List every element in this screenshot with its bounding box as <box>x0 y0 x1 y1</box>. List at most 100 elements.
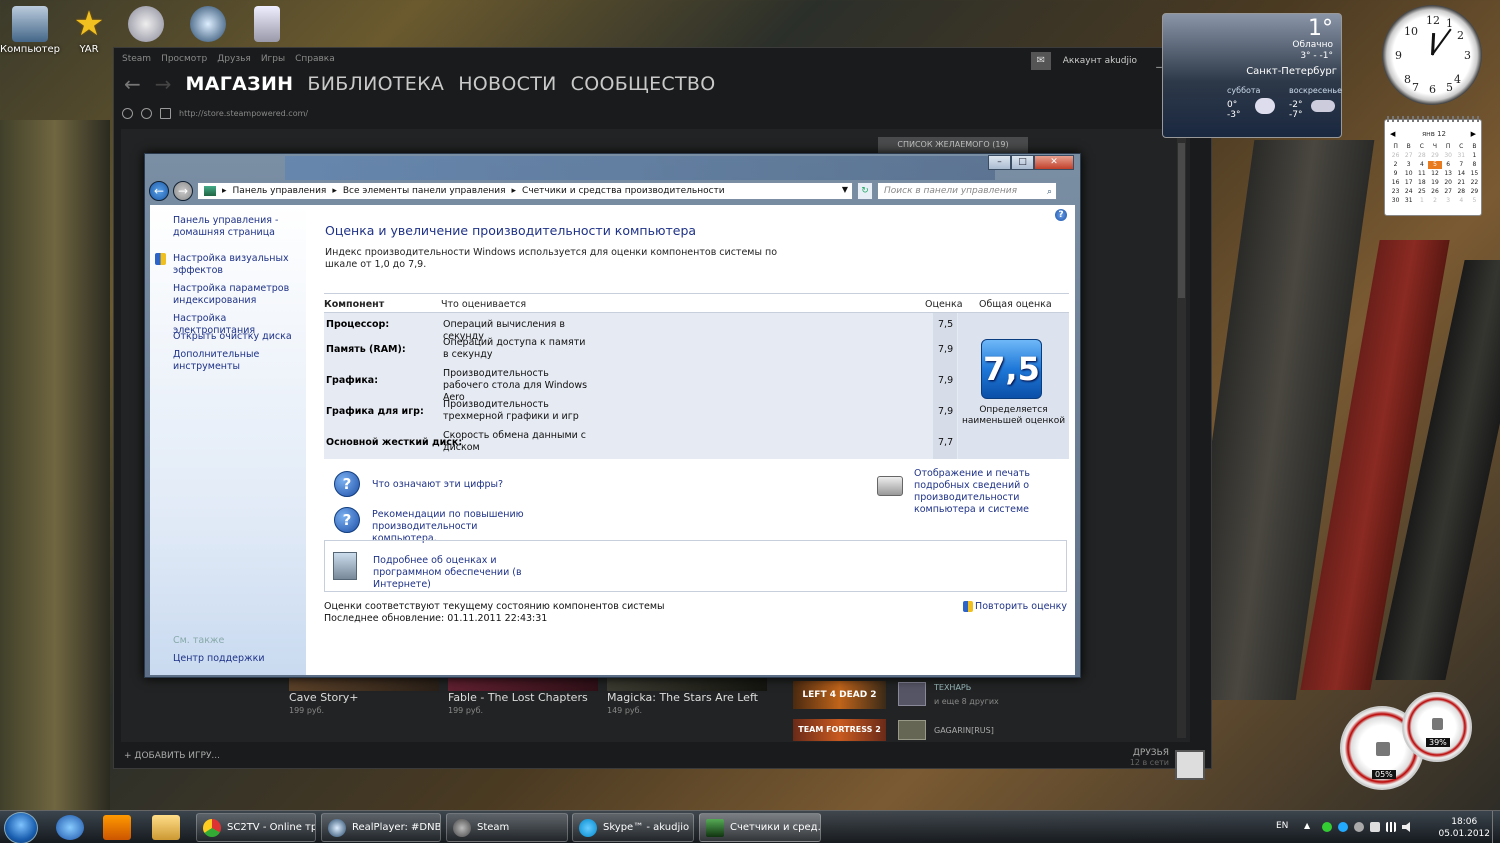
calendar-day[interactable]: 26 <box>1389 152 1402 160</box>
forward-arrow-icon[interactable]: → <box>155 72 172 96</box>
taskbar-item-skype[interactable]: Skype™ - akudjio <box>572 813 694 842</box>
steam-menu-view[interactable]: Просмотр <box>161 54 207 64</box>
calendar-day[interactable]: 28 <box>1455 188 1468 196</box>
breadcrumb-item[interactable]: Счетчики и средства производительности <box>522 186 725 196</box>
calendar-day[interactable]: 3 <box>1402 161 1415 169</box>
steam-menu-friends[interactable]: Друзья <box>217 54 251 64</box>
calendar-day[interactable]: 2 <box>1428 197 1441 205</box>
volume-icon[interactable] <box>1402 822 1410 832</box>
sidebar-link-advanced-tools[interactable]: Дополнительные инструменты <box>173 349 298 373</box>
back-button[interactable]: ← <box>149 181 169 201</box>
search-icon[interactable]: ⌕ <box>1047 184 1052 200</box>
calendar-day[interactable]: 15 <box>1468 170 1481 178</box>
friend-avatar-small[interactable] <box>898 682 926 706</box>
steam-menu-steam[interactable]: Steam <box>122 54 151 64</box>
calendar-day[interactable]: 17 <box>1402 179 1415 187</box>
calendar-day[interactable]: 30 <box>1442 152 1455 160</box>
taskbar-item-chrome[interactable]: SC2TV - Online тр... <box>196 813 316 842</box>
help-icon[interactable]: ? <box>1055 209 1067 221</box>
steam-menu-help[interactable]: Справка <box>295 54 335 64</box>
mail-icon[interactable]: ✉ <box>1030 52 1051 70</box>
show-desktop-button[interactable] <box>1492 811 1500 843</box>
calendar-day[interactable]: 26 <box>1428 188 1441 196</box>
calendar-day-today[interactable]: 5 <box>1428 161 1442 169</box>
show-hidden-icons-icon[interactable]: ▲ <box>1304 821 1310 830</box>
desktop-icon-recycle-bin[interactable] <box>237 2 297 44</box>
refresh-icon[interactable] <box>122 108 133 119</box>
friend-name[interactable]: ТЕХНАРЬ <box>934 683 971 692</box>
calendar-day[interactable]: 25 <box>1415 188 1428 196</box>
calendar-day[interactable]: 29 <box>1428 152 1441 160</box>
search-input[interactable]: Поиск в панели управления ⌕ <box>877 182 1057 200</box>
desktop-icon-yar[interactable]: ★ YAR <box>59 2 119 55</box>
calendar-day[interactable]: 5 <box>1468 197 1481 205</box>
sidebar-link-home[interactable]: Панель управления - домашняя страница <box>173 215 298 239</box>
desktop-icon-computer[interactable]: Компьютер <box>0 2 60 55</box>
tab-community[interactable]: СООБЩЕСТВО <box>571 73 716 95</box>
calendar-day[interactable]: 14 <box>1455 170 1468 178</box>
address-bar[interactable]: ▸ Панель управления ▸ Все элементы панел… <box>197 182 853 200</box>
calendar-day[interactable]: 8 <box>1468 161 1481 169</box>
friend-game-thumb[interactable]: TEAM FORTRESS 2 <box>793 719 886 741</box>
calendar-day[interactable]: 4 <box>1415 161 1428 169</box>
desktop-icon-speaker[interactable] <box>116 2 176 44</box>
calendar-day[interactable]: 21 <box>1455 179 1468 187</box>
calendar-day[interactable]: 7 <box>1455 161 1468 169</box>
game-tile[interactable]: Cave Story+ 199 руб. <box>289 677 439 715</box>
repeat-assessment-link[interactable]: Повторить оценку <box>963 601 1067 612</box>
calendar-day[interactable]: 9 <box>1389 170 1402 178</box>
tray-steam-icon[interactable] <box>1354 822 1364 832</box>
back-arrow-icon[interactable]: ← <box>124 72 141 96</box>
ie-pinned-icon[interactable] <box>56 815 84 840</box>
calendar-day[interactable]: 27 <box>1442 188 1455 196</box>
user-avatar[interactable] <box>1175 750 1205 780</box>
friend-name[interactable]: GAGARIN[RUS] <box>934 726 994 735</box>
language-indicator[interactable]: EN <box>1276 821 1288 831</box>
tab-news[interactable]: НОВОСТИ <box>458 73 556 95</box>
friend-game-thumb[interactable]: LEFT 4 DEAD 2 <box>793 681 886 709</box>
media-player-pinned-icon[interactable] <box>103 815 131 840</box>
explorer-pinned-icon[interactable] <box>152 815 180 840</box>
sidebar-link-action-center[interactable]: Центр поддержки <box>173 653 298 665</box>
maximize-button[interactable]: □ <box>1011 155 1034 170</box>
tray-app-icon[interactable] <box>1322 822 1332 832</box>
scrollbar-thumb[interactable] <box>1178 143 1185 298</box>
steam-url[interactable]: http://store.steampowered.com/ <box>179 109 308 118</box>
clock-display[interactable]: 18:06 05.01.2012 <box>1438 816 1490 840</box>
calendar-day[interactable]: 22 <box>1468 179 1481 187</box>
calendar-day[interactable]: 20 <box>1442 179 1455 187</box>
calendar-day[interactable]: 1 <box>1468 152 1481 160</box>
next-month-icon[interactable]: ▶ <box>1471 130 1476 138</box>
breadcrumb-item[interactable]: Все элементы панели управления <box>343 186 506 196</box>
close-button[interactable]: ✕ <box>1034 155 1074 170</box>
weather-gadget[interactable]: 1° Облачно 3° - -1° Санкт-Петербург субб… <box>1162 13 1342 138</box>
tab-store[interactable]: МАГАЗИН <box>186 73 294 95</box>
calendar-day[interactable]: 28 <box>1415 152 1428 160</box>
wishlist-button[interactable]: СПИСОК ЖЕЛАЕМОГО (19) <box>878 137 1028 153</box>
chevron-down-icon[interactable]: ▼ <box>842 185 848 194</box>
calendar-day[interactable]: 1 <box>1415 197 1428 205</box>
calendar-day[interactable]: 27 <box>1402 152 1415 160</box>
link-more-info[interactable]: Подробнее об оценках и программном обесп… <box>373 555 563 591</box>
steam-menu-games[interactable]: Игры <box>261 54 285 64</box>
minimize-button[interactable]: – <box>988 155 1011 170</box>
friend-avatar-small[interactable] <box>898 720 926 740</box>
store-scrollbar[interactable] <box>1177 133 1186 738</box>
calendar-day[interactable]: 31 <box>1455 152 1468 160</box>
home-icon[interactable] <box>160 108 171 119</box>
start-button[interactable] <box>4 812 38 843</box>
calendar-day[interactable]: 18 <box>1415 179 1428 187</box>
taskbar-item-realplayer[interactable]: RealPlayer: #DNB... <box>321 813 441 842</box>
clock-gadget[interactable]: 12 3 6 9 10 8 4 5 7 1 2 <box>1382 5 1482 105</box>
friends-button[interactable]: ДРУЗЬЯ 12 в сети <box>1130 748 1169 767</box>
action-center-flag-icon[interactable] <box>1370 822 1380 832</box>
calendar-day[interactable]: 2 <box>1389 161 1402 169</box>
stop-icon[interactable] <box>141 108 152 119</box>
taskbar-item-performance[interactable]: Счетчики и сред... <box>699 813 821 842</box>
breadcrumb-item[interactable]: Панель управления <box>233 186 327 196</box>
game-tile[interactable]: Fable - The Lost Chapters 199 руб. <box>448 677 598 715</box>
calendar-day[interactable]: 16 <box>1389 179 1402 187</box>
calendar-day[interactable]: 6 <box>1442 161 1455 169</box>
link-what-numbers[interactable]: Что означают эти цифры? <box>372 479 503 491</box>
calendar-day[interactable]: 3 <box>1442 197 1455 205</box>
